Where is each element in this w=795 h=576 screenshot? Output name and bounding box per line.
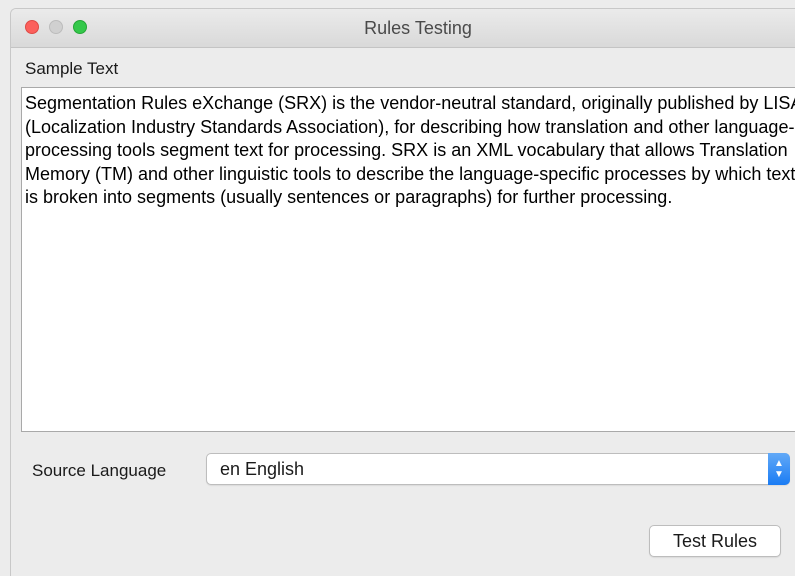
source-language-select[interactable]: en English ▲ ▼ [206, 453, 790, 485]
up-down-chevron-icon[interactable]: ▲ ▼ [768, 453, 790, 485]
sample-text-label: Sample Text [25, 59, 119, 78]
sample-text-area[interactable]: Segmentation Rules eXchange (SRX) is the… [21, 87, 795, 432]
rules-testing-window: Rules Testing Sample Text Segmentation R… [10, 8, 795, 576]
source-language-label: Source Language [32, 461, 167, 480]
window-title: Rules Testing [364, 18, 472, 38]
source-language-value: en English [220, 459, 305, 479]
test-rules-button[interactable]: Test Rules [649, 525, 781, 557]
title-bar[interactable]: Rules Testing [11, 9, 795, 48]
